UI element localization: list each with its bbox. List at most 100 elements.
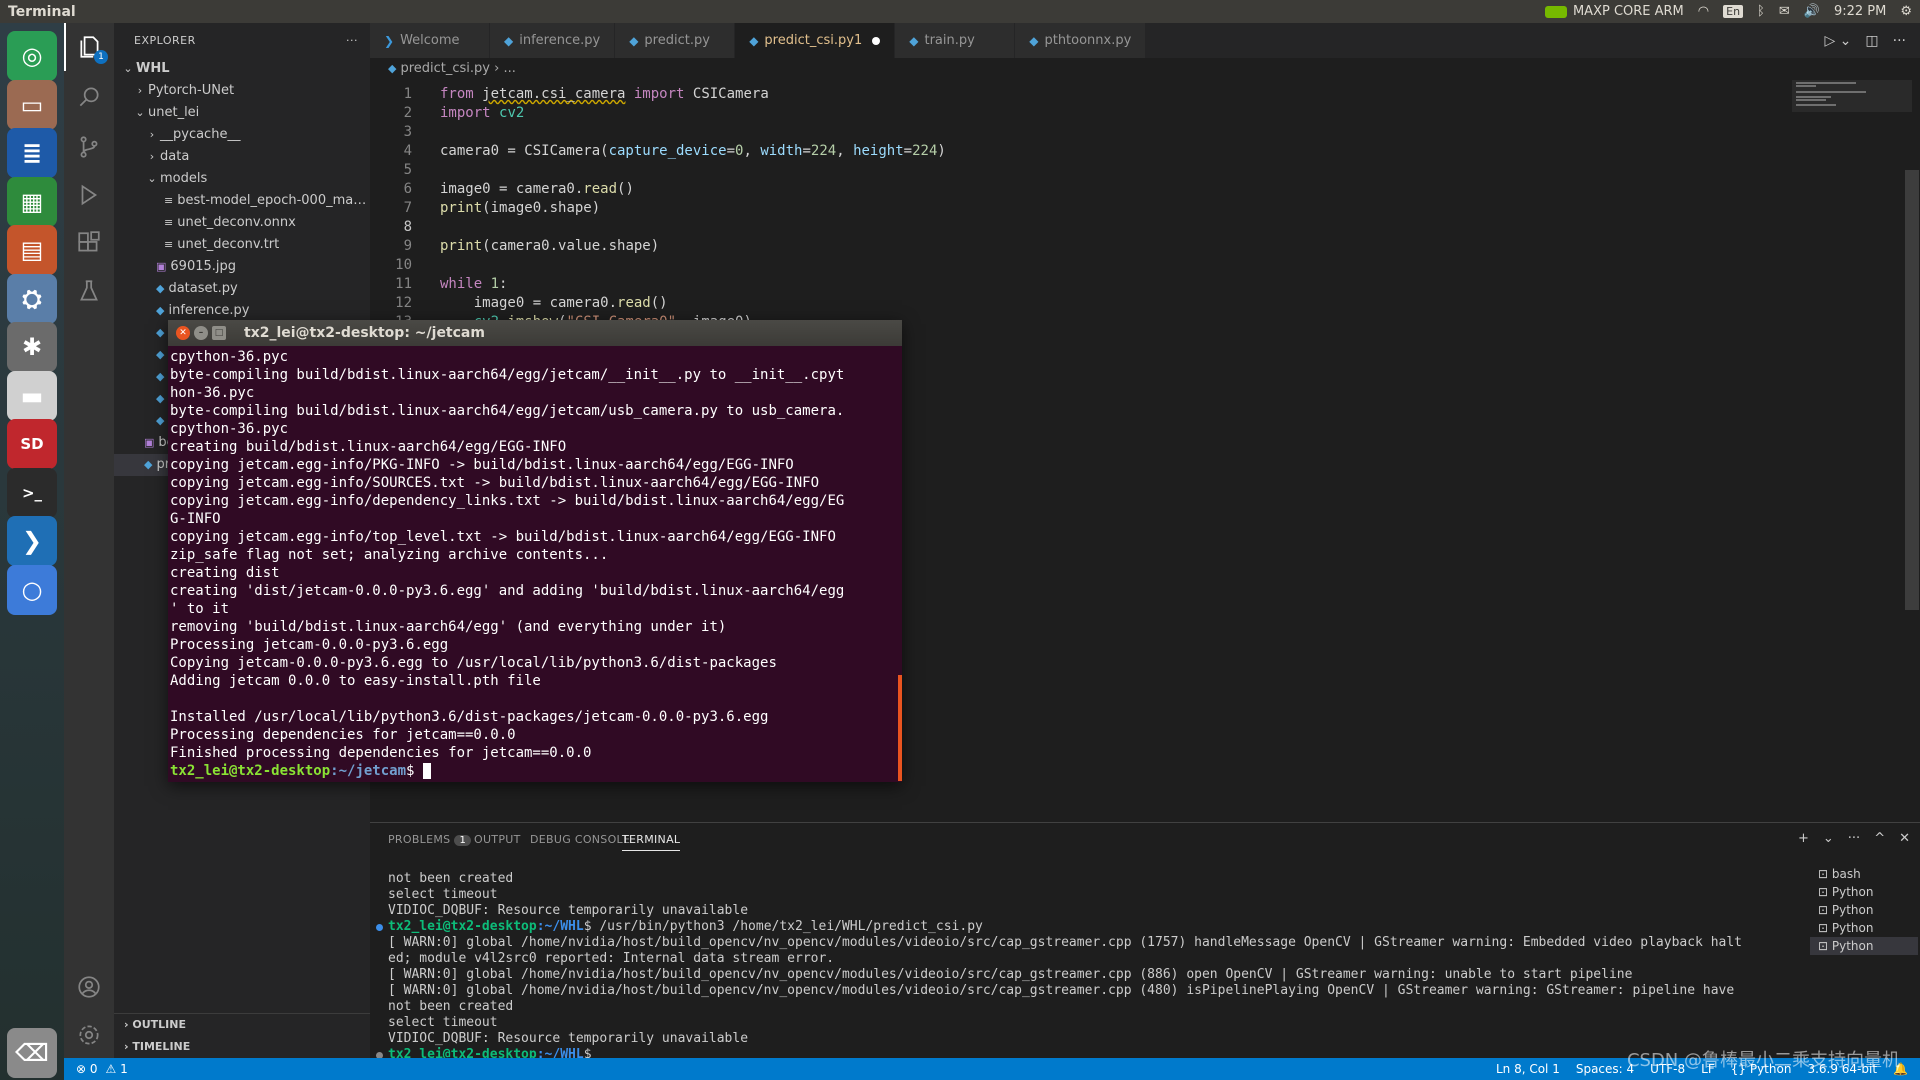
editor-tab[interactable]: ◆ train.py [895, 23, 1016, 58]
extensions-activity[interactable] [64, 219, 114, 267]
terminal-line: select timeout [388, 1015, 1778, 1031]
terminal-titlebar[interactable]: ✕ – □ tx2_lei@tx2-desktop: ~/jetcam [168, 320, 902, 346]
terminal-icon[interactable]: >_ [7, 467, 57, 518]
image-file-icon: ▣ [144, 436, 155, 449]
maximize-icon[interactable]: □ [212, 326, 226, 340]
bluetooth-icon[interactable]: ᛒ [1757, 4, 1765, 19]
keyboard-layout-indicator[interactable]: En [1723, 5, 1744, 18]
terminal-instance[interactable]: ⊡ Python [1810, 901, 1918, 919]
close-icon[interactable]: ✕ [176, 326, 190, 340]
tree-item[interactable]: ◆ inference.py [114, 300, 370, 322]
files-icon[interactable]: ▭ [7, 79, 57, 130]
terminal-scrollbar[interactable] [898, 675, 902, 781]
panel-tab-output[interactable]: OUTPUT [474, 833, 521, 846]
tree-item[interactable]: ◆ dataset.py [114, 278, 370, 300]
minimize-icon[interactable]: – [194, 326, 208, 340]
errors-count[interactable]: ⊗ 0 [76, 1062, 98, 1076]
outline-section[interactable]: › OUTLINE [124, 1014, 186, 1036]
code-line[interactable]: image0 = camera0.read() [440, 294, 668, 313]
system-settings-icon[interactable]: ✱ [7, 322, 57, 372]
tree-item[interactable]: ⌄ unet_lei [114, 102, 370, 124]
panel-action-icon[interactable]: + [1798, 831, 1809, 846]
panel-action-icon[interactable]: ✕ [1899, 831, 1910, 846]
panel-tab-problems[interactable]: PROBLEMS 1 [388, 833, 472, 846]
volume-icon[interactable]: 🔊 [1804, 4, 1820, 19]
editor-tab[interactable]: ◆ pthtoonnx.py [1015, 23, 1147, 58]
chevron-icon: › [149, 150, 155, 163]
editor-tab[interactable]: ◆ predict_csi.py 1 [735, 23, 896, 58]
terminal-instance[interactable]: ⊡ Python [1810, 883, 1918, 901]
drive-icon[interactable]: ▬ [7, 370, 57, 421]
code-line[interactable]: camera0 = CSICamera(capture_device=0, wi… [440, 142, 946, 161]
ubuntu-dash-icon[interactable]: ◎ [7, 31, 57, 81]
panel-action-icon[interactable]: ··· [1848, 831, 1860, 846]
tree-item[interactable]: › data [114, 146, 370, 168]
panel-action-icon[interactable]: ^ [1874, 831, 1885, 846]
panel-tab-debug-console[interactable]: DEBUG CONSOLE [530, 833, 630, 846]
code-line[interactable]: image0 = camera0.read() [440, 180, 634, 199]
code-line[interactable]: import cv2 [440, 104, 524, 123]
editor-tab[interactable]: ◆ predict.py [615, 23, 736, 58]
explorer-activity[interactable]: 1 [64, 23, 114, 71]
calc-icon[interactable]: ▦ [7, 176, 57, 227]
terminal-instance[interactable]: ⊡ Python [1810, 919, 1918, 937]
code-token: print [440, 200, 483, 216]
timeline-section[interactable]: › TIMELINE [124, 1036, 190, 1058]
editor-tab[interactable]: ❯ Welcome [370, 23, 490, 58]
chromium-icon[interactable]: ○ [7, 564, 57, 615]
vscode-icon[interactable]: ❯ [7, 516, 57, 566]
trash-icon[interactable]: ⌫ [7, 1028, 57, 1078]
accounts-activity[interactable] [64, 963, 114, 1011]
command-decoration-icon[interactable] [376, 924, 383, 931]
line-number: 2 [403, 105, 412, 121]
mail-icon[interactable]: ✉ [1779, 4, 1790, 19]
source-control-activity[interactable] [64, 123, 114, 171]
terminal-window-prompt[interactable]: tx2_lei@tx2-desktop:~/jetcam$ [170, 762, 896, 780]
manage-activity[interactable] [64, 1011, 114, 1059]
editor-scrollbar[interactable] [1905, 170, 1919, 610]
tree-item[interactable]: ⌄ models [114, 168, 370, 190]
tree-item[interactable]: › __pycache__ [114, 124, 370, 146]
code-line[interactable]: from jetcam.csi_camera import CSICamera [440, 85, 769, 104]
writer-icon[interactable]: ≣ [7, 128, 57, 178]
terminal-window[interactable]: ✕ – □ tx2_lei@tx2-desktop: ~/jetcam cpyt… [168, 320, 902, 782]
impress-icon[interactable]: ▤ [7, 225, 57, 275]
run-icon[interactable]: ▷ ⌄ [1824, 33, 1851, 49]
clock[interactable]: 9:22 PM [1834, 4, 1886, 19]
code-line[interactable]: print(camera0.value.shape) [440, 237, 659, 256]
terminal-instance[interactable]: ⊡ bash [1810, 865, 1918, 883]
tree-item[interactable]: ≡ unet_deconv.onnx [114, 212, 370, 234]
tree-item[interactable]: ≡best-model_epoch-000_mae-1.0... [114, 190, 370, 212]
cursor-position[interactable]: Ln 8, Col 1 [1496, 1062, 1560, 1076]
gear-icon[interactable]: ⚙ [1900, 4, 1912, 19]
code-line[interactable]: while 1: [440, 275, 507, 294]
breadcrumb[interactable]: ◆ predict_csi.py › ... [370, 58, 1920, 80]
more-actions-icon[interactable]: ··· [1893, 33, 1906, 49]
panel-tab-terminal[interactable]: TERMINAL [622, 833, 681, 851]
tree-item[interactable]: ▣ 69015.jpg [114, 256, 370, 278]
tree-item[interactable]: ⌄ WHL [114, 58, 370, 80]
minimap[interactable] [1792, 80, 1912, 180]
nvidia-power-mode[interactable]: MAXP CORE ARM [1544, 4, 1684, 19]
terminal-window-output[interactable]: cpython-36.pyc byte-compiling build/bdist… [168, 346, 898, 782]
tree-item[interactable]: ≡ unet_deconv.trt [114, 234, 370, 256]
indentation[interactable]: Spaces: 4 [1576, 1062, 1634, 1076]
run-debug-activity[interactable] [64, 171, 114, 219]
unsaved-dot-icon[interactable] [872, 36, 881, 45]
sd-card-icon[interactable]: SD [7, 419, 57, 469]
terminal-line: select timeout [388, 887, 1778, 903]
terminal-instance[interactable]: ⊡ Python [1810, 937, 1918, 955]
explorer-more-button[interactable]: ··· [346, 34, 358, 47]
software-center-icon[interactable]: ⛭ [7, 273, 57, 324]
search-activity[interactable] [64, 73, 114, 121]
code-line[interactable]: print(image0.shape) [440, 199, 600, 218]
editor-tab[interactable]: ◆ inference.py [490, 23, 616, 58]
tree-item[interactable]: › Pytorch-UNet [114, 80, 370, 102]
warnings-count[interactable]: ⚠ 1 [106, 1062, 128, 1076]
panel-action-icon[interactable]: ⌄ [1823, 831, 1834, 846]
split-editor-icon[interactable]: ◫ [1865, 33, 1878, 49]
wifi-icon[interactable]: ◠ [1698, 4, 1709, 19]
terminal-window-line: Adding jetcam 0.0.0 to easy-install.pth … [170, 673, 541, 689]
testing-activity[interactable] [64, 267, 114, 315]
problems-badge: 1 [454, 835, 472, 846]
